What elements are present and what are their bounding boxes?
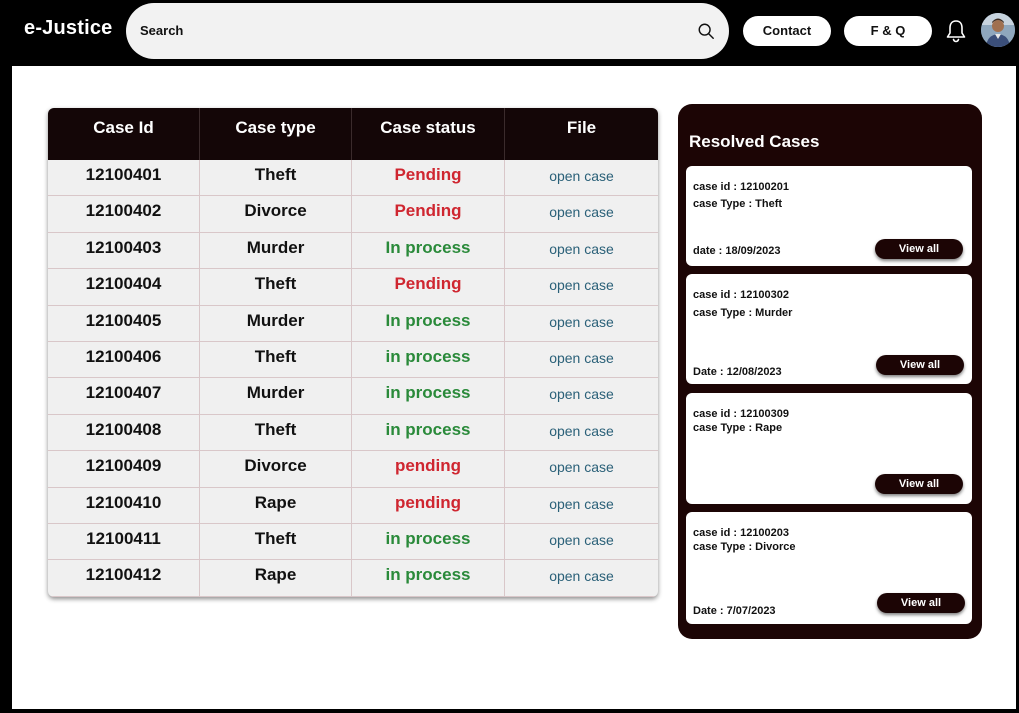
resolved-case-date: Date : 12/08/2023 [693,366,782,378]
case-status-cell: in process [352,523,505,560]
table-row: 12100405 Murder In process open case [48,305,658,342]
resolved-case-type: case Type : Theft [693,198,783,210]
case-type-cell: Murder [200,305,352,341]
case-id-cell: 12100402 [48,196,200,232]
search-input[interactable]: Search [140,23,183,38]
case-type-cell: Theft [200,341,352,378]
column-header-case-status: Case status [352,108,505,160]
case-id-cell: 12100411 [48,523,200,560]
open-case-link[interactable]: open case [505,233,658,268]
table-row: 12100409 Divorce pending open case [48,451,658,488]
table-header: Case Id Case type Case status File [48,108,658,160]
open-case-link[interactable]: open case [505,524,658,559]
open-case-link[interactable]: open case [505,560,658,595]
table-row: 12100403 Murder In process open case [48,232,658,270]
case-type-cell: Theft [200,269,352,305]
faq-button[interactable]: F & Q [844,16,932,46]
table-row: 12100406 Theft in process open case [48,341,658,379]
resolved-case-date: Date : 7/07/2023 [693,605,776,617]
case-status-cell: In process [352,305,505,341]
open-case-link[interactable]: open case [505,415,658,450]
open-case-link[interactable]: open case [505,378,658,413]
resolved-case-type: case Type : Rape [693,422,783,434]
case-type-cell: Murder [200,378,352,414]
case-status-cell: in process [352,378,505,414]
table-row: 12100407 Murder in process open case [48,378,658,415]
open-case-link[interactable]: open case [505,269,658,304]
column-header-case-id: Case Id [48,108,200,160]
open-case-link[interactable]: open case [505,342,658,377]
case-id-cell: 12100410 [48,487,200,523]
resolved-case-id: case id : 12100201 [693,181,790,193]
view-all-button[interactable]: View all [876,355,964,375]
case-status-cell: Pending [352,269,505,305]
view-all-button[interactable]: View all [875,474,963,494]
table-row: 12100412 Rape in process open case [48,560,658,597]
view-all-button[interactable]: View all [875,239,963,259]
resolved-case-card: case id : 12100309 case Type : Rape View… [686,393,972,504]
case-status-cell: Pending [352,196,505,232]
case-status-cell: in process [352,414,505,451]
open-case-link[interactable]: open case [505,488,658,523]
case-id-cell: 12100401 [48,160,200,196]
search-icon[interactable] [697,22,715,40]
cases-table: Case Id Case type Case status File 12100… [48,108,658,597]
case-id-cell: 12100409 [48,451,200,487]
open-case-link[interactable]: open case [505,196,658,231]
column-header-file: File [566,118,597,137]
case-type-cell: Divorce [200,196,352,232]
contact-button[interactable]: Contact [743,16,831,46]
case-type-cell: Theft [200,160,352,196]
case-id-cell: 12100408 [48,414,200,451]
resolved-case-type: case Type : Murder [693,307,793,319]
bell-icon[interactable] [944,18,968,44]
avatar[interactable] [981,13,1015,47]
open-case-link[interactable]: open case [505,451,658,486]
resolved-case-date: date : 18/09/2023 [693,245,781,257]
case-status-cell: pending [352,487,505,523]
case-type-cell: Theft [200,414,352,451]
view-all-button[interactable]: View all [877,593,965,613]
case-type-cell: Theft [200,523,352,560]
table-row: 12100401 Theft Pending open case [48,160,658,197]
case-status-cell: In process [352,232,505,269]
resolved-cases-panel: Resolved Cases case id : 12100201 case T… [678,104,982,639]
case-type-cell: Rape [200,560,352,596]
case-status-cell: in process [352,341,505,378]
table-row: 12100408 Theft in process open case [48,414,658,452]
case-status-cell: in process [352,560,505,596]
table-row: 12100404 Theft Pending open case [48,269,658,306]
resolved-case-type: case Type : Divorce [693,541,796,553]
case-type-cell: Rape [200,487,352,523]
avatar-picture [981,13,1015,47]
case-id-cell: 12100412 [48,560,200,596]
resolved-case-id: case id : 12100309 [693,408,790,420]
resolved-case-card: case id : 12100302 case Type : Murder Da… [686,274,972,384]
brand-logo[interactable]: e-Justice [24,17,113,40]
table-row: 12100411 Theft in process open case [48,523,658,561]
case-id-cell: 12100403 [48,232,200,269]
case-type-cell: Murder [200,232,352,269]
top-bar: e-Justice Search Contact F & Q [0,0,1019,66]
case-id-cell: 12100407 [48,378,200,414]
resolved-case-card: case id : 12100203 case Type : Divorce D… [686,512,972,624]
case-id-cell: 12100404 [48,269,200,305]
column-header-case-type: Case type [200,108,352,160]
open-case-link[interactable]: open case [505,160,658,195]
main-content: Case Id Case type Case status File 12100… [12,66,1016,709]
search-bar[interactable]: Search [126,3,729,59]
case-id-cell: 12100406 [48,341,200,378]
case-status-cell: Pending [352,160,505,196]
table-body: 12100401 Theft Pending open case 12100402 Div… [48,160,658,597]
case-status-cell: pending [352,451,505,487]
table-row: 12100410 Rape pending open case [48,487,658,524]
open-case-link[interactable]: open case [505,306,658,341]
resolved-case-id: case id : 12100203 [693,527,790,539]
case-id-cell: 12100405 [48,305,200,341]
resolved-case-card: case id : 12100201 case Type : Theft dat… [686,166,972,266]
resolved-cases-title: Resolved Cases [689,132,820,151]
table-row: 12100402 Divorce Pending open case [48,196,658,233]
case-type-cell: Divorce [200,451,352,487]
resolved-case-id: case id : 12100302 [693,289,790,301]
